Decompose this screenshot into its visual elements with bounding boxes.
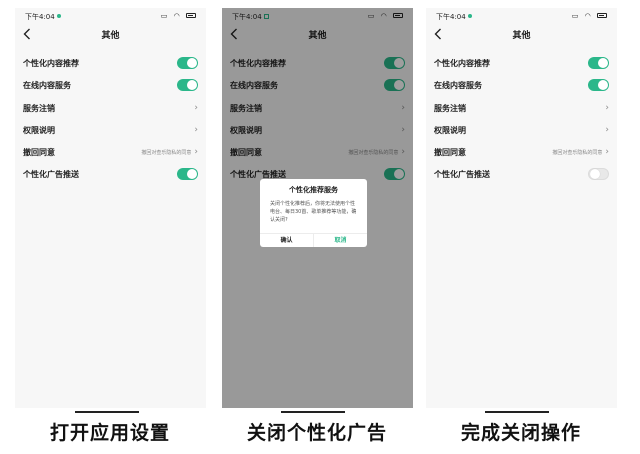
online-content-toggle[interactable] <box>177 79 198 91</box>
setting-withdraw-consent[interactable]: 撤回同意 撤回对查乐隐私的同意 › <box>434 144 609 160</box>
caption-underline <box>485 411 549 413</box>
notification-dot-icon <box>467 14 472 18</box>
status-bar: 下午4:04 ▭ ◠ <box>426 10 617 23</box>
setting-withdraw-consent[interactable]: 撤回同意 撤回对查乐隐私的同意 › <box>23 144 198 160</box>
status-bar: 下午4:04 ▭ ◠ <box>15 10 206 23</box>
setting-label: 服务注销 <box>23 103 55 113</box>
setting-online-content[interactable]: 在线内容服务 <box>434 77 609 93</box>
cancel-button[interactable]: 取消 <box>314 234 367 247</box>
setting-label: 撤回同意 <box>23 147 55 157</box>
setting-label: 权限说明 <box>23 125 55 135</box>
setting-personalized-content[interactable]: 个性化内容推荐 <box>434 55 609 71</box>
withdraw-hint: 撤回对查乐隐私的同意 <box>552 149 603 156</box>
setting-permissions[interactable]: 权限说明 › <box>23 122 198 138</box>
personalized-ads-toggle[interactable] <box>177 168 198 180</box>
online-content-toggle[interactable] <box>588 79 609 91</box>
battery-icon <box>597 13 607 18</box>
setting-personalized-ads[interactable]: 个性化广告推送 <box>23 166 198 182</box>
notification-dot-icon <box>56 14 61 18</box>
status-icons: ▭ ◠ <box>161 12 196 20</box>
dialog-message: 关闭个性化推荐后，你将无法使用个性电台、每日30首、歌单推荐等功能，确认关闭? <box>270 201 357 223</box>
caption-underline <box>75 411 139 413</box>
personalized-content-toggle[interactable] <box>177 57 198 69</box>
page-title: 其他 <box>512 31 531 41</box>
status-time: 下午4:04 <box>436 13 466 21</box>
setting-personalized-content[interactable]: 个性化内容推荐 <box>23 55 198 71</box>
setting-label: 服务注销 <box>434 103 466 113</box>
screen-open-settings: 下午4:04 ▭ ◠ 其他 个性化内容推荐 在线内容服务 服务注销 › 权限说明… <box>15 8 206 408</box>
chevron-right-icon: › <box>194 146 198 157</box>
chevron-right-icon: › <box>194 124 198 135</box>
setting-label: 撤回同意 <box>434 147 466 157</box>
setting-service-cancel[interactable]: 服务注销 › <box>434 100 609 116</box>
nav-bar: 其他 <box>426 26 617 42</box>
step-caption-1: 打开应用设置 <box>49 422 170 444</box>
screen-done: 下午4:04 ▭ ◠ 其他 个性化内容推荐 在线内容服务 服务注销 › 权限说明… <box>426 8 617 408</box>
personalized-ads-toggle[interactable] <box>588 168 609 180</box>
screen-close-ads: 下午4:04 ▭ ◠ 其他 个性化内容推荐 在线内容服务 服务注销 › 权限说明… <box>222 8 413 408</box>
page-title: 其他 <box>101 31 120 41</box>
step-caption-2: 关闭个性化广告 <box>246 422 387 444</box>
setting-label: 个性化内容推荐 <box>434 58 490 68</box>
setting-label: 个性化广告推送 <box>23 169 79 179</box>
confirm-dialog: 个性化推荐服务 关闭个性化推荐后，你将无法使用个性电台、每日30首、歌单推荐等功… <box>260 179 367 247</box>
chevron-right-icon: › <box>605 146 609 157</box>
step-caption-3: 完成关闭操作 <box>460 422 581 444</box>
status-time: 下午4:04 <box>25 13 55 21</box>
setting-label: 权限说明 <box>434 125 466 135</box>
dialog-buttons: 确认 取消 <box>260 233 367 247</box>
setting-label: 在线内容服务 <box>434 80 482 90</box>
setting-label: 个性化广告推送 <box>434 169 490 179</box>
chevron-right-icon: › <box>194 102 198 113</box>
vibrate-icon: ▭ <box>571 12 581 20</box>
chevron-right-icon: › <box>605 124 609 135</box>
wifi-icon: ◠ <box>584 12 593 20</box>
status-icons: ▭ ◠ <box>572 12 607 20</box>
setting-label: 个性化内容推荐 <box>23 58 79 68</box>
dialog-title: 个性化推荐服务 <box>289 186 338 194</box>
caption-underline <box>281 411 345 413</box>
setting-permissions[interactable]: 权限说明 › <box>434 122 609 138</box>
setting-label: 在线内容服务 <box>23 80 71 90</box>
nav-bar: 其他 <box>15 26 206 42</box>
confirm-button[interactable]: 确认 <box>260 234 314 247</box>
setting-service-cancel[interactable]: 服务注销 › <box>23 100 198 116</box>
personalized-content-toggle[interactable] <box>588 57 609 69</box>
vibrate-icon: ▭ <box>160 12 170 20</box>
withdraw-hint: 撤回对查乐隐私的同意 <box>141 149 192 156</box>
battery-icon <box>186 13 196 18</box>
chevron-right-icon: › <box>605 102 609 113</box>
setting-personalized-ads[interactable]: 个性化广告推送 <box>434 166 609 182</box>
wifi-icon: ◠ <box>173 12 182 20</box>
setting-online-content[interactable]: 在线内容服务 <box>23 77 198 93</box>
